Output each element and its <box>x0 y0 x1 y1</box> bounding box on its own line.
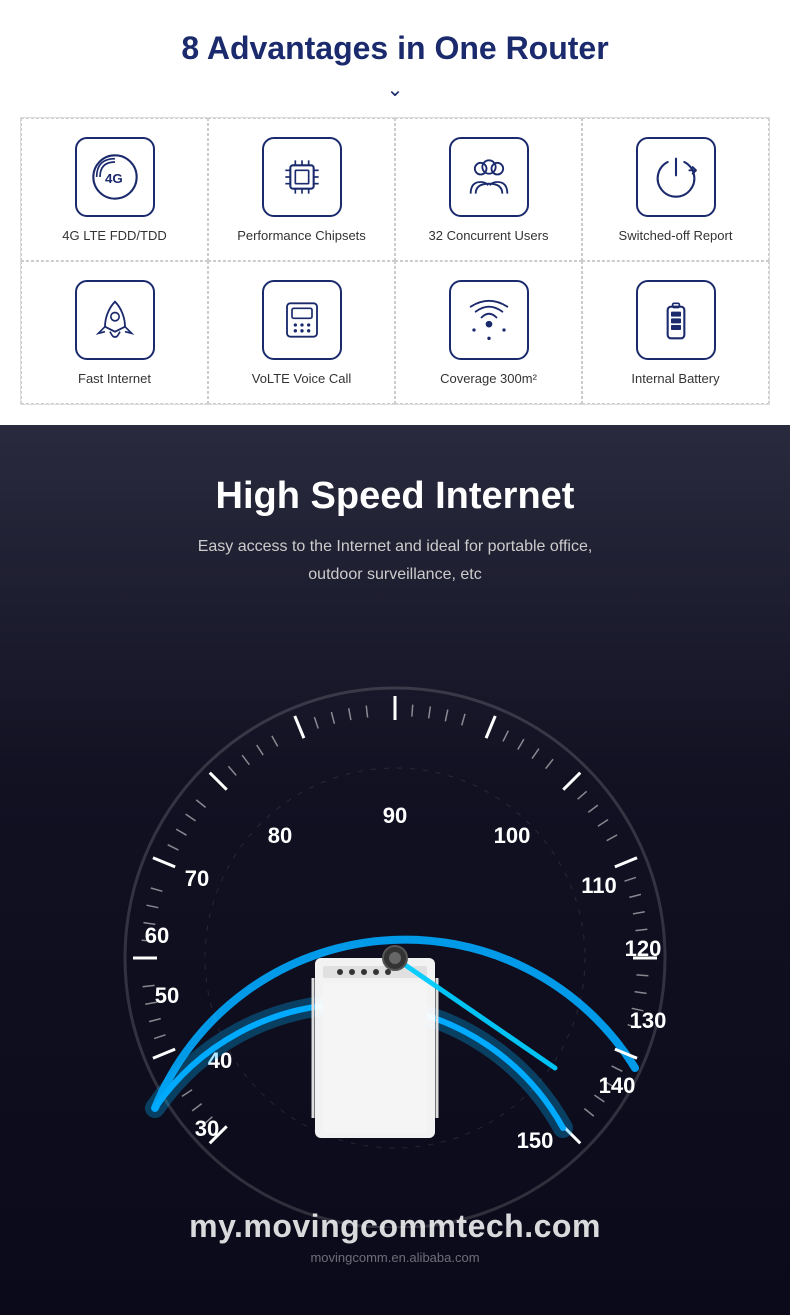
power-icon-box <box>636 137 716 217</box>
advantage-cell-chipset: Performance Chipsets <box>208 118 395 261</box>
svg-text:80: 80 <box>268 823 292 848</box>
svg-text:130: 130 <box>630 1008 667 1033</box>
speedometer: 30 40 50 60 70 80 90 100 110 120 130 140… <box>45 628 745 1228</box>
battery-icon <box>651 295 701 345</box>
svg-text:30: 30 <box>195 1116 219 1141</box>
users-icon-box <box>449 137 529 217</box>
svg-text:100: 100 <box>494 823 531 848</box>
rocket-icon-box <box>75 280 155 360</box>
chevron-down-icon: ⌄ <box>20 77 770 102</box>
battery-icon-box <box>636 280 716 360</box>
speed-title: High Speed Internet <box>20 475 770 518</box>
svg-text:110: 110 <box>581 873 617 898</box>
4g-icon-box: 4G <box>75 137 155 217</box>
speedometer-svg: 30 40 50 60 70 80 90 100 110 120 130 140… <box>45 628 745 1228</box>
svg-text:120: 120 <box>625 936 662 961</box>
power-icon <box>651 152 701 202</box>
chipset-label: Performance Chipsets <box>237 227 366 245</box>
phone-icon <box>277 295 327 345</box>
fast-internet-label: Fast Internet <box>78 370 151 388</box>
svg-text:90: 90 <box>383 803 407 828</box>
advantage-cell-users: 32 Concurrent Users <box>395 118 582 261</box>
svg-text:4G: 4G <box>105 171 123 186</box>
advantage-cell-coverage: Coverage 300m² <box>395 261 582 404</box>
volte-label: VoLTE Voice Call <box>252 370 351 388</box>
chip-icon <box>277 152 327 202</box>
advantage-cell-switched-off: Switched-off Report <box>582 118 769 261</box>
advantage-cell-fast-internet: Fast Internet <box>21 261 208 404</box>
advantages-section: 8 Advantages in One Router ⌄ 4G 4G LTE F… <box>0 0 790 425</box>
advantage-cell-4g: 4G 4G LTE FDD/TDD <box>21 118 208 261</box>
rocket-icon <box>90 295 140 345</box>
coverage-label: Coverage 300m² <box>440 370 537 388</box>
chipset-icon-box <box>262 137 342 217</box>
website-sub: movingcomm.en.alibaba.com <box>20 1250 770 1285</box>
svg-text:60: 60 <box>145 923 169 948</box>
advantages-grid: 4G 4G LTE FDD/TDD <box>20 117 770 405</box>
battery-label: Internal Battery <box>631 370 719 388</box>
phone-icon-box <box>262 280 342 360</box>
advantage-cell-battery: Internal Battery <box>582 261 769 404</box>
speed-subtitle: Easy access to the Internet and ideal fo… <box>20 533 770 587</box>
wifi-icon-box <box>449 280 529 360</box>
speed-section: High Speed Internet Easy access to the I… <box>0 425 790 1314</box>
svg-text:150: 150 <box>517 1128 554 1153</box>
wifi-coverage-icon <box>464 295 514 345</box>
advantage-cell-volte: VoLTE Voice Call <box>208 261 395 404</box>
svg-text:50: 50 <box>155 983 179 1008</box>
switched-off-label: Switched-off Report <box>619 227 733 245</box>
4g-icon: 4G <box>90 152 140 202</box>
users-icon <box>464 152 514 202</box>
svg-text:70: 70 <box>185 866 209 891</box>
svg-text:140: 140 <box>599 1073 636 1098</box>
4g-label: 4G LTE FDD/TDD <box>62 227 167 245</box>
users-label: 32 Concurrent Users <box>429 227 549 245</box>
advantages-title: 8 Advantages in One Router <box>20 30 770 67</box>
